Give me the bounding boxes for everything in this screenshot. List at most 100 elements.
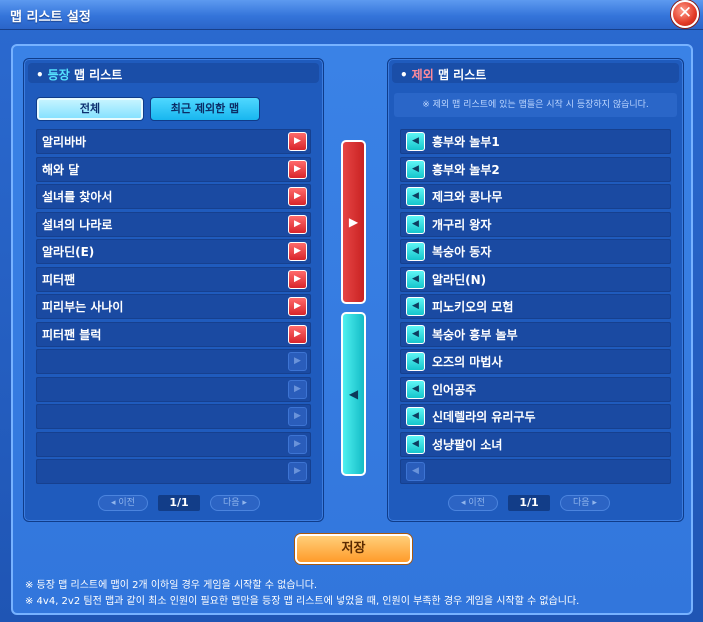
list-item[interactable]: ◀ 흥부와 놀부1 xyxy=(400,129,671,154)
empty-list-item: ▶ xyxy=(36,431,311,457)
title-rest: 맵 리스트 xyxy=(69,68,123,82)
arrow-left-icon[interactable]: ◀ xyxy=(406,242,425,261)
map-name: 제크와 콩나무 xyxy=(432,190,503,204)
move-to-excluded-button[interactable]: ▶ xyxy=(341,140,366,304)
footnote: ※ 등장 맵 리스트에 맵이 2개 이하일 경우 게임을 시작할 수 없습니다. xyxy=(25,580,318,591)
close-button[interactable]: ✕ xyxy=(671,0,699,28)
arrow-left-icon[interactable]: ◀ xyxy=(406,187,425,206)
list-item[interactable]: ◀ 개구리 왕자 xyxy=(400,211,671,237)
map-name: 인어공주 xyxy=(432,382,477,397)
list-item[interactable]: ◀ 오즈의 마법사 xyxy=(400,349,671,374)
arrow-left-icon[interactable]: ◀ xyxy=(406,132,425,151)
appear-list-pager: ◂ 이전 1/1 다음 ▸ xyxy=(24,495,323,511)
main-panel: • 등장 맵 리스트 전체 최근 제외한 맵 ▶ 알리바바 ▶ 해와 달 ▶ 설녀를 찾아서… xyxy=(11,44,693,615)
map-name: 해와 달 xyxy=(42,162,80,177)
list-item[interactable]: ▶ 해와 달 xyxy=(36,156,311,182)
arrow-right-icon[interactable]: ▶ xyxy=(288,297,307,316)
empty-list-item: ▶ xyxy=(36,404,311,429)
arrow-left-icon[interactable]: ◀ xyxy=(406,159,425,179)
window-title: 맵 리스트 설정 xyxy=(10,10,91,25)
map-name: 신데렐라의 유리구두 xyxy=(432,410,536,424)
arrow-left-icon[interactable]: ◀ xyxy=(406,434,425,454)
next-page-button[interactable]: 다음 ▸ xyxy=(210,495,260,511)
title-bar: 맵 리스트 설정 ✕ xyxy=(0,0,703,30)
list-item[interactable]: ▶ 피터팬 xyxy=(36,266,311,292)
list-item[interactable]: ▶ 설녀의 나라로 xyxy=(36,211,311,237)
tab-recent-excluded[interactable]: 최근 제외한 맵 xyxy=(150,97,260,121)
map-name: 오즈의 마법사 xyxy=(432,355,503,369)
bullet-icon: • xyxy=(400,68,408,82)
list-item[interactable]: ▶ 알라딘(E) xyxy=(36,239,311,264)
list-item[interactable]: ◀ 인어공주 xyxy=(400,376,671,402)
arrow-right-icon[interactable]: ▶ xyxy=(288,242,307,261)
arrow-right-icon: ▶ xyxy=(288,462,307,481)
excluded-list-title: • 제외 맵 리스트 xyxy=(400,66,486,83)
map-list-settings-window: 맵 리스트 설정 ✕ • 등장 맵 리스트 전체 최근 제외한 맵 ▶ 알리바바 ▶ 해… xyxy=(0,0,703,622)
arrow-right-icon[interactable]: ▶ xyxy=(288,187,307,206)
move-to-appear-button[interactable]: ◀ xyxy=(341,312,366,476)
arrow-right-icon: ▶ xyxy=(288,434,307,454)
empty-list-item: ▶ xyxy=(36,459,311,484)
map-name: 흥부와 놀부1 xyxy=(432,135,500,149)
excluded-list-pager: ◂ 이전 1/1 다음 ▸ xyxy=(388,495,683,511)
map-name: 피리부는 사나이 xyxy=(42,300,124,314)
excluded-map-rows: ◀ 흥부와 놀부1 ◀ 흥부와 놀부2 ◀ 제크와 콩나무 ◀ 개구리 왕자 ◀ 복숭아 동자 ◀ 알… xyxy=(400,129,671,487)
prev-page-button[interactable]: ◂ 이전 xyxy=(448,495,498,511)
save-button[interactable]: 저장 xyxy=(295,534,412,564)
excluded-notice: ※ 제외 맵 리스트에 있는 맵들은 시작 시 등장하지 않습니다. xyxy=(394,93,677,117)
list-item[interactable]: ◀ 흥부와 놀부2 xyxy=(400,156,671,182)
list-item[interactable]: ◀ 피노키오의 모험 xyxy=(400,294,671,319)
title-highlight: 등장 xyxy=(47,68,70,82)
arrow-left-icon[interactable]: ◀ xyxy=(406,379,425,399)
list-item[interactable]: ◀ 제크와 콩나무 xyxy=(400,184,671,209)
arrow-right-icon[interactable]: ▶ xyxy=(288,132,307,151)
title-rest: 맵 리스트 xyxy=(433,68,487,82)
list-item[interactable]: ◀ 성냥팔이 소녀 xyxy=(400,431,671,457)
arrow-left-icon[interactable]: ◀ xyxy=(406,352,425,371)
list-item[interactable]: ◀ 알라딘(N) xyxy=(400,266,671,292)
arrow-left-icon[interactable]: ◀ xyxy=(406,297,425,316)
empty-list-item: ◀ xyxy=(400,459,671,484)
prev-page-button[interactable]: ◂ 이전 xyxy=(98,495,148,511)
arrow-right-icon[interactable]: ▶ xyxy=(288,324,307,344)
arrow-right-icon[interactable]: ▶ xyxy=(288,269,307,289)
footnote: ※ 4v4, 2v2 팀전 맵과 같이 최소 인원이 필요한 맵만을 등장 맵 … xyxy=(25,596,580,607)
empty-list-item: ▶ xyxy=(36,349,311,374)
arrow-left-icon[interactable]: ◀ xyxy=(406,324,425,344)
map-name: 피터팬 블럭 xyxy=(42,327,102,342)
map-name: 흥부와 놀부2 xyxy=(432,162,500,177)
tab-all[interactable]: 전체 xyxy=(36,97,144,121)
map-name: 설녀의 나라로 xyxy=(42,217,113,232)
excluded-map-list-panel: • 제외 맵 리스트 ※ 제외 맵 리스트에 있는 맵들은 시작 시 등장하지 않… xyxy=(387,58,684,522)
appear-map-rows: ▶ 알리바바 ▶ 해와 달 ▶ 설녀를 찾아서 ▶ 설녀의 나라로 ▶ 알라딘(E) ▶ 피터팬 ▶ 피리… xyxy=(36,129,311,487)
map-name: 설녀를 찾아서 xyxy=(42,190,113,204)
title-highlight: 제외 xyxy=(411,68,434,82)
arrow-right-icon[interactable]: ▶ xyxy=(288,214,307,234)
map-name: 피터팬 xyxy=(42,272,76,287)
map-name: 알리바바 xyxy=(42,135,87,149)
excluded-list-header: • 제외 맵 리스트 xyxy=(392,63,679,83)
map-name: 알라딘(N) xyxy=(432,272,487,287)
list-item[interactable]: ▶ 알리바바 xyxy=(36,129,311,154)
next-page-button[interactable]: 다음 ▸ xyxy=(560,495,610,511)
list-item[interactable]: ◀ 신데렐라의 유리구두 xyxy=(400,404,671,429)
arrow-left-icon[interactable]: ◀ xyxy=(406,214,425,234)
arrow-left-icon[interactable]: ◀ xyxy=(406,269,425,289)
list-item[interactable]: ◀ 복숭아 동자 xyxy=(400,239,671,264)
bullet-icon: • xyxy=(36,68,44,82)
map-name: 복숭아 동자 xyxy=(432,245,492,259)
map-name: 성냥팔이 소녀 xyxy=(432,437,503,452)
appear-list-header: • 등장 맵 리스트 xyxy=(28,63,319,83)
arrow-left-icon: ◀ xyxy=(406,462,425,481)
map-name: 알라딘(E) xyxy=(42,245,95,259)
map-name: 개구리 왕자 xyxy=(432,217,492,232)
arrow-right-icon: ▶ xyxy=(288,407,307,426)
list-item[interactable]: ▶ 설녀를 찾아서 xyxy=(36,184,311,209)
list-item[interactable]: ◀ 복숭아 흥부 놀부 xyxy=(400,321,671,347)
arrow-right-icon: ▶ xyxy=(288,352,307,371)
list-item[interactable]: ▶ 피터팬 블럭 xyxy=(36,321,311,347)
arrow-right-icon[interactable]: ▶ xyxy=(288,159,307,179)
arrow-left-icon[interactable]: ◀ xyxy=(406,407,425,426)
list-item[interactable]: ▶ 피리부는 사나이 xyxy=(36,294,311,319)
page-indicator: 1/1 xyxy=(158,495,200,511)
